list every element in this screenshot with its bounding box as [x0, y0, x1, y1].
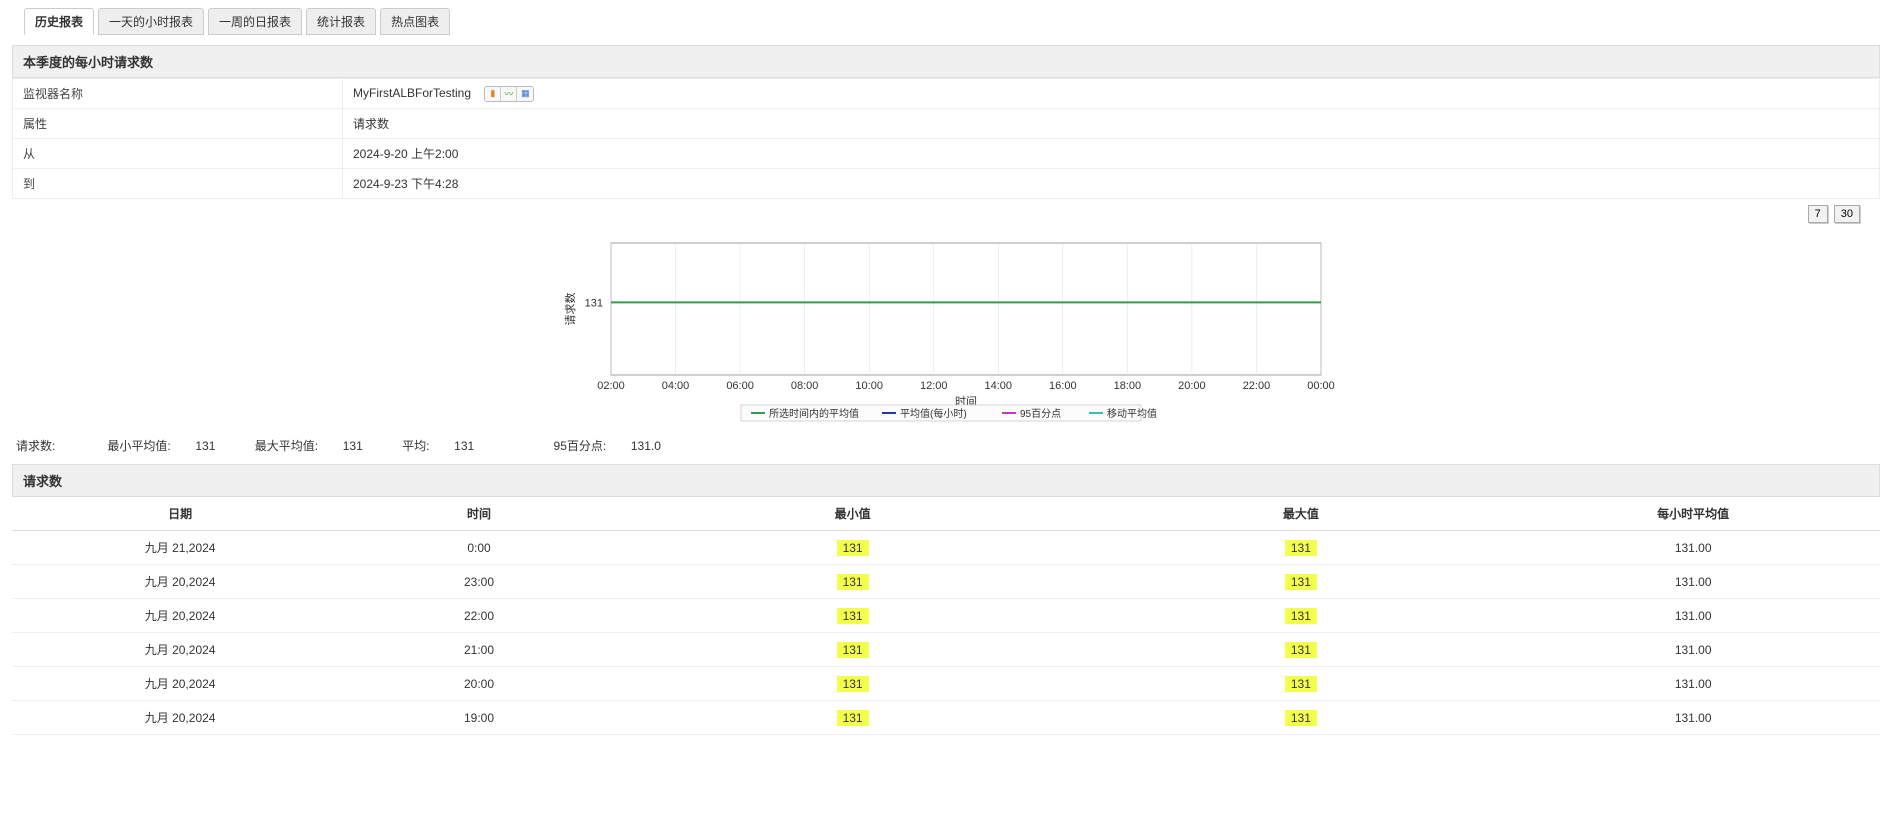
table-row: 九月 20,202422:00131131131.00 [12, 599, 1880, 633]
svg-text:16:00: 16:00 [1049, 380, 1077, 392]
tab-4[interactable]: 热点图表 [380, 8, 450, 35]
svg-text:95百分点: 95百分点 [1020, 408, 1061, 420]
svg-text:14:00: 14:00 [985, 380, 1013, 392]
table-row: 九月 20,202421:00131131131.00 [12, 633, 1880, 667]
tab-3[interactable]: 统计报表 [306, 8, 376, 35]
svg-text:所选时间内的平均值: 所选时间内的平均值 [769, 407, 859, 420]
data-table: 日期时间最小值最大值每小时平均值 九月 21,20240:00131131131… [12, 497, 1880, 735]
monitor-name-text: MyFirstALBForTesting [353, 86, 471, 100]
range-buttons: 7 30 [12, 199, 1880, 229]
bar-chart-icon[interactable]: ▮ [485, 87, 501, 101]
summary-p95: 95百分点: 131.0 [554, 439, 679, 453]
svg-text:22:00: 22:00 [1243, 380, 1271, 392]
svg-text:10:00: 10:00 [855, 380, 883, 392]
range-30-button[interactable]: 30 [1834, 205, 1860, 223]
svg-text:平均值(每小时): 平均值(每小时) [900, 407, 967, 420]
tab-1[interactable]: 一天的小时报表 [98, 8, 204, 35]
summary-avg: 平均: 131 [402, 439, 495, 453]
prop-value-attribute: 请求数 [343, 109, 1880, 139]
tab-2[interactable]: 一周的日报表 [208, 8, 302, 35]
svg-text:00:00: 00:00 [1307, 380, 1335, 392]
summary-min-avg: 最小平均值: 131 [107, 439, 236, 453]
svg-text:04:00: 04:00 [662, 380, 690, 392]
summary-line: 请求数: 最小平均值: 131 最大平均值: 131 平均: 131 95百分点… [12, 431, 1880, 464]
table-chart-icon[interactable]: ▦ [517, 87, 533, 101]
svg-text:20:00: 20:00 [1178, 380, 1206, 392]
svg-text:12:00: 12:00 [920, 380, 948, 392]
line-chart-icon[interactable]: 〰 [501, 87, 517, 101]
prop-label-monitor: 监视器名称 [13, 79, 343, 109]
col-header-2: 最小值 [610, 497, 1096, 531]
svg-text:18:00: 18:00 [1114, 380, 1142, 392]
summary-max-avg: 最大平均值: 131 [255, 439, 384, 453]
col-header-1: 时间 [348, 497, 610, 531]
svg-text:06:00: 06:00 [726, 380, 754, 392]
prop-value-to: 2024-9-23 下午4:28 [343, 169, 1880, 199]
svg-text:131: 131 [585, 297, 603, 309]
svg-text:02:00: 02:00 [597, 380, 625, 392]
properties-table: 监视器名称 MyFirstALBForTesting ▮ 〰 ▦ 属性 请求数 … [12, 78, 1880, 199]
prop-label-attribute: 属性 [13, 109, 343, 139]
range-7-button[interactable]: 7 [1808, 205, 1828, 223]
section-title-request-count: 请求数 [12, 464, 1880, 497]
table-row: 九月 20,202419:00131131131.00 [12, 701, 1880, 735]
svg-text:08:00: 08:00 [791, 380, 819, 392]
table-row: 九月 20,202423:00131131131.00 [12, 565, 1880, 599]
prop-value-monitor: MyFirstALBForTesting ▮ 〰 ▦ [343, 79, 1880, 109]
svg-text:请求数: 请求数 [564, 293, 577, 326]
summary-metric: 请求数: [16, 437, 86, 454]
report-tabs: 历史报表一天的小时报表一周的日报表统计报表热点图表 [12, 8, 1880, 35]
prop-label-to: 到 [13, 169, 343, 199]
chart-container: 02:00 04:00 06:00 08:00 10:00 12:00 14:00 16:00… [12, 233, 1880, 423]
col-header-0: 日期 [12, 497, 348, 531]
col-header-4: 每小时平均值 [1506, 497, 1880, 531]
prop-value-from: 2024-9-20 上午2:00 [343, 139, 1880, 169]
col-header-3: 最大值 [1095, 497, 1506, 531]
tab-0[interactable]: 历史报表 [24, 8, 94, 35]
chart-type-icons[interactable]: ▮ 〰 ▦ [484, 86, 534, 102]
prop-label-from: 从 [13, 139, 343, 169]
line-chart: 02:00 04:00 06:00 08:00 10:00 12:00 14:00 16:00… [556, 233, 1336, 423]
svg-text:移动平均值: 移动平均值 [1107, 407, 1157, 420]
table-row: 九月 21,20240:00131131131.00 [12, 531, 1880, 565]
table-row: 九月 20,202420:00131131131.00 [12, 667, 1880, 701]
section-title-hourly: 本季度的每小时请求数 [12, 45, 1880, 78]
